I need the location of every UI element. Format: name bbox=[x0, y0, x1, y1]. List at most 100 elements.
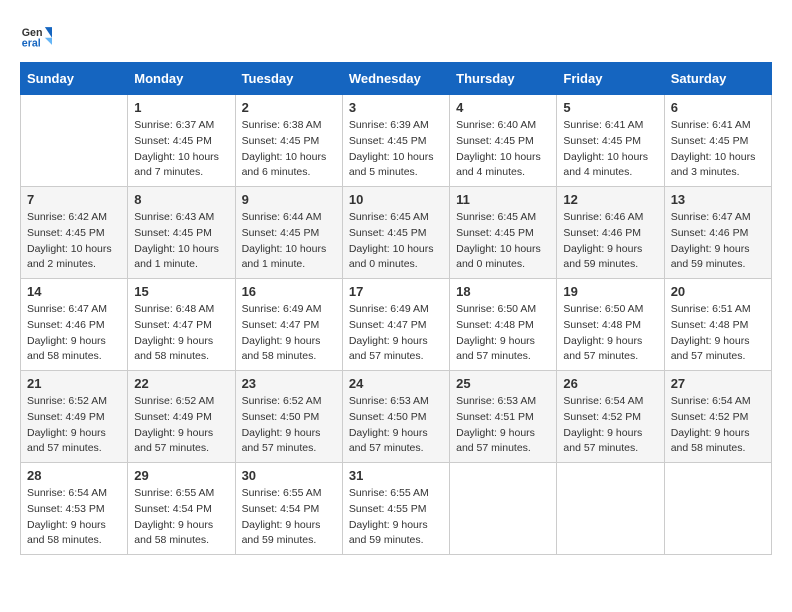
day-info: Sunrise: 6:54 AMSunset: 4:53 PMDaylight:… bbox=[27, 486, 121, 549]
day-info: Sunrise: 6:41 AMSunset: 4:45 PMDaylight:… bbox=[671, 118, 765, 181]
calendar-cell: 1 Sunrise: 6:37 AMSunset: 4:45 PMDaylight… bbox=[128, 95, 235, 187]
header-cell-friday: Friday bbox=[557, 63, 664, 95]
day-number: 1 bbox=[134, 100, 228, 115]
calendar-table: SundayMondayTuesdayWednesdayThursdayFrid… bbox=[20, 62, 772, 555]
day-info: Sunrise: 6:51 AMSunset: 4:48 PMDaylight:… bbox=[671, 302, 765, 365]
calendar-cell bbox=[21, 95, 128, 187]
day-number: 28 bbox=[27, 468, 121, 483]
day-number: 25 bbox=[456, 376, 550, 391]
calendar-row-0: 1 Sunrise: 6:37 AMSunset: 4:45 PMDaylight… bbox=[21, 95, 772, 187]
day-info: Sunrise: 6:52 AMSunset: 4:50 PMDaylight:… bbox=[242, 394, 336, 457]
calendar-row-3: 21 Sunrise: 6:52 AMSunset: 4:49 PMDayligh… bbox=[21, 371, 772, 463]
calendar-cell: 3Sunrise: 6:39 AMSunset: 4:45 PMDaylight… bbox=[342, 95, 449, 187]
day-info: Sunrise: 6:53 AMSunset: 4:51 PMDaylight:… bbox=[456, 394, 550, 457]
day-number: 9 bbox=[242, 192, 336, 207]
day-number: 20 bbox=[671, 284, 765, 299]
header-cell-sunday: Sunday bbox=[21, 63, 128, 95]
day-info: Sunrise: 6:54 AMSunset: 4:52 PMDaylight:… bbox=[671, 394, 765, 457]
calendar-cell: 12 Sunrise: 6:46 AMSunset: 4:46 PMDayligh… bbox=[557, 187, 664, 279]
day-number: 14 bbox=[27, 284, 121, 299]
day-number: 30 bbox=[242, 468, 336, 483]
logo: Gen eral bbox=[20, 20, 56, 52]
calendar-body: 1 Sunrise: 6:37 AMSunset: 4:45 PMDaylight… bbox=[21, 95, 772, 555]
svg-text:eral: eral bbox=[22, 38, 41, 50]
day-number: 12 bbox=[563, 192, 657, 207]
day-info: Sunrise: 6:37 AMSunset: 4:45 PMDaylight:… bbox=[134, 118, 228, 181]
day-info: Sunrise: 6:52 AMSunset: 4:49 PMDaylight:… bbox=[134, 394, 228, 457]
calendar-cell: 20 Sunrise: 6:51 AMSunset: 4:48 PMDayligh… bbox=[664, 279, 771, 371]
day-number: 18 bbox=[456, 284, 550, 299]
day-info: Sunrise: 6:49 AMSunset: 4:47 PMDaylight:… bbox=[349, 302, 443, 365]
day-info: Sunrise: 6:49 AMSunset: 4:47 PMDaylight:… bbox=[242, 302, 336, 365]
day-number: 7 bbox=[27, 192, 121, 207]
day-info: Sunrise: 6:45 AMSunset: 4:45 PMDaylight:… bbox=[349, 210, 443, 273]
calendar-cell: 14Sunrise: 6:47 AMSunset: 4:46 PMDayligh… bbox=[21, 279, 128, 371]
calendar-cell: 26 Sunrise: 6:54 AMSunset: 4:52 PMDayligh… bbox=[557, 371, 664, 463]
day-info: Sunrise: 6:53 AMSunset: 4:50 PMDaylight:… bbox=[349, 394, 443, 457]
calendar-cell: 30Sunrise: 6:55 AMSunset: 4:54 PMDayligh… bbox=[235, 463, 342, 555]
day-info: Sunrise: 6:46 AMSunset: 4:46 PMDaylight:… bbox=[563, 210, 657, 273]
day-info: Sunrise: 6:41 AMSunset: 4:45 PMDaylight:… bbox=[563, 118, 657, 181]
calendar-row-2: 14Sunrise: 6:47 AMSunset: 4:46 PMDayligh… bbox=[21, 279, 772, 371]
calendar-cell: 19Sunrise: 6:50 AMSunset: 4:48 PMDayligh… bbox=[557, 279, 664, 371]
calendar-cell: 13 Sunrise: 6:47 AMSunset: 4:46 PMDayligh… bbox=[664, 187, 771, 279]
calendar-cell: 6 Sunrise: 6:41 AMSunset: 4:45 PMDaylight… bbox=[664, 95, 771, 187]
header-cell-thursday: Thursday bbox=[450, 63, 557, 95]
header-cell-saturday: Saturday bbox=[664, 63, 771, 95]
day-info: Sunrise: 6:45 AMSunset: 4:45 PMDaylight:… bbox=[456, 210, 550, 273]
day-info: Sunrise: 6:42 AMSunset: 4:45 PMDaylight:… bbox=[27, 210, 121, 273]
day-number: 26 bbox=[563, 376, 657, 391]
day-info: Sunrise: 6:43 AMSunset: 4:45 PMDaylight:… bbox=[134, 210, 228, 273]
day-number: 17 bbox=[349, 284, 443, 299]
calendar-cell: 18 Sunrise: 6:50 AMSunset: 4:48 PMDayligh… bbox=[450, 279, 557, 371]
day-info: Sunrise: 6:55 AMSunset: 4:54 PMDaylight:… bbox=[134, 486, 228, 549]
calendar-cell bbox=[557, 463, 664, 555]
day-number: 6 bbox=[671, 100, 765, 115]
calendar-cell: 7 Sunrise: 6:42 AMSunset: 4:45 PMDaylight… bbox=[21, 187, 128, 279]
day-number: 31 bbox=[349, 468, 443, 483]
day-info: Sunrise: 6:40 AMSunset: 4:45 PMDaylight:… bbox=[456, 118, 550, 181]
day-info: Sunrise: 6:55 AMSunset: 4:55 PMDaylight:… bbox=[349, 486, 443, 549]
calendar-cell: 9 Sunrise: 6:44 AMSunset: 4:45 PMDaylight… bbox=[235, 187, 342, 279]
day-info: Sunrise: 6:39 AMSunset: 4:45 PMDaylight:… bbox=[349, 118, 443, 181]
day-number: 13 bbox=[671, 192, 765, 207]
day-info: Sunrise: 6:47 AMSunset: 4:46 PMDaylight:… bbox=[671, 210, 765, 273]
calendar-cell: 22 Sunrise: 6:52 AMSunset: 4:49 PMDayligh… bbox=[128, 371, 235, 463]
calendar-cell: 31 Sunrise: 6:55 AMSunset: 4:55 PMDayligh… bbox=[342, 463, 449, 555]
calendar-cell: 8Sunrise: 6:43 AMSunset: 4:45 PMDaylight… bbox=[128, 187, 235, 279]
day-number: 16 bbox=[242, 284, 336, 299]
day-number: 21 bbox=[27, 376, 121, 391]
calendar-cell bbox=[450, 463, 557, 555]
day-number: 4 bbox=[456, 100, 550, 115]
day-info: Sunrise: 6:50 AMSunset: 4:48 PMDaylight:… bbox=[456, 302, 550, 365]
header-cell-wednesday: Wednesday bbox=[342, 63, 449, 95]
calendar-cell: 17 Sunrise: 6:49 AMSunset: 4:47 PMDayligh… bbox=[342, 279, 449, 371]
day-number: 11 bbox=[456, 192, 550, 207]
calendar-cell: 28 Sunrise: 6:54 AMSunset: 4:53 PMDayligh… bbox=[21, 463, 128, 555]
day-info: Sunrise: 6:44 AMSunset: 4:45 PMDaylight:… bbox=[242, 210, 336, 273]
day-info: Sunrise: 6:50 AMSunset: 4:48 PMDaylight:… bbox=[563, 302, 657, 365]
calendar-cell bbox=[664, 463, 771, 555]
day-number: 10 bbox=[349, 192, 443, 207]
calendar-cell: 15Sunrise: 6:48 AMSunset: 4:47 PMDayligh… bbox=[128, 279, 235, 371]
calendar-row-4: 28 Sunrise: 6:54 AMSunset: 4:53 PMDayligh… bbox=[21, 463, 772, 555]
header-cell-tuesday: Tuesday bbox=[235, 63, 342, 95]
day-info: Sunrise: 6:38 AMSunset: 4:45 PMDaylight:… bbox=[242, 118, 336, 181]
calendar-cell: 24Sunrise: 6:53 AMSunset: 4:50 PMDayligh… bbox=[342, 371, 449, 463]
calendar-cell: 27Sunrise: 6:54 AMSunset: 4:52 PMDayligh… bbox=[664, 371, 771, 463]
calendar-cell: 10 Sunrise: 6:45 AMSunset: 4:45 PMDayligh… bbox=[342, 187, 449, 279]
day-number: 22 bbox=[134, 376, 228, 391]
calendar-cell: 5Sunrise: 6:41 AMSunset: 4:45 PMDaylight… bbox=[557, 95, 664, 187]
logo-icon: Gen eral bbox=[20, 20, 52, 52]
day-info: Sunrise: 6:48 AMSunset: 4:47 PMDaylight:… bbox=[134, 302, 228, 365]
calendar-cell: 16 Sunrise: 6:49 AMSunset: 4:47 PMDayligh… bbox=[235, 279, 342, 371]
calendar-cell: 4 Sunrise: 6:40 AMSunset: 4:45 PMDaylight… bbox=[450, 95, 557, 187]
day-info: Sunrise: 6:54 AMSunset: 4:52 PMDaylight:… bbox=[563, 394, 657, 457]
calendar-cell: 2Sunrise: 6:38 AMSunset: 4:45 PMDaylight… bbox=[235, 95, 342, 187]
calendar-cell: 25 Sunrise: 6:53 AMSunset: 4:51 PMDayligh… bbox=[450, 371, 557, 463]
calendar-cell: 23 Sunrise: 6:52 AMSunset: 4:50 PMDayligh… bbox=[235, 371, 342, 463]
day-number: 29 bbox=[134, 468, 228, 483]
calendar-header: SundayMondayTuesdayWednesdayThursdayFrid… bbox=[21, 63, 772, 95]
page-header: Gen eral bbox=[20, 20, 772, 52]
day-number: 23 bbox=[242, 376, 336, 391]
